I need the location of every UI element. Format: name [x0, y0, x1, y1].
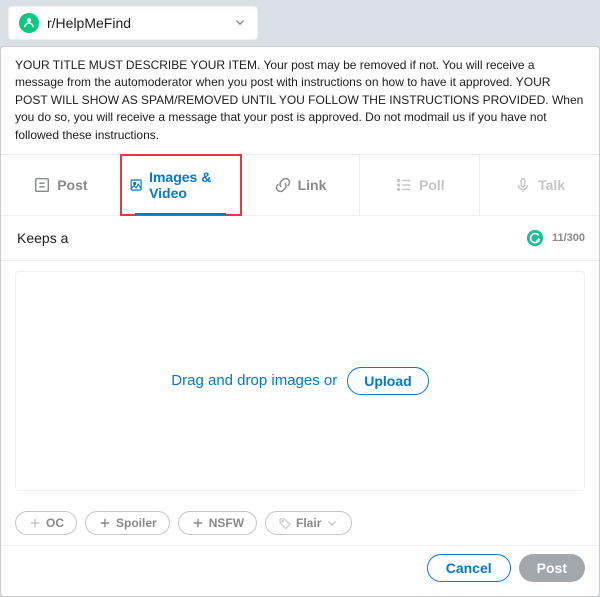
- tab-post[interactable]: Post: [1, 155, 121, 215]
- flair-tag-button[interactable]: Flair: [265, 511, 352, 535]
- grammarly-icon[interactable]: [526, 229, 544, 247]
- nsfw-tag-button[interactable]: NSFW: [178, 511, 257, 535]
- drop-text: Drag and drop images or: [171, 372, 337, 389]
- tab-label: Poll: [419, 177, 445, 193]
- tab-images-video[interactable]: Images & Video: [121, 155, 241, 215]
- tab-poll: Poll: [360, 155, 480, 215]
- cancel-button[interactable]: Cancel: [427, 554, 511, 582]
- community-name: r/HelpMeFind: [47, 15, 225, 31]
- link-icon: [274, 176, 292, 194]
- tab-link[interactable]: Link: [241, 155, 361, 215]
- upload-button[interactable]: Upload: [347, 367, 428, 395]
- tag-row: OC Spoiler NSFW Flair: [1, 501, 599, 545]
- mic-icon: [514, 176, 532, 194]
- tab-talk: Talk: [480, 155, 599, 215]
- title-input[interactable]: [15, 224, 518, 252]
- char-counter: 11/300: [552, 232, 585, 244]
- tag-label: Spoiler: [116, 516, 157, 530]
- tab-label: Post: [57, 177, 87, 193]
- tab-label: Talk: [538, 177, 565, 193]
- tabs: Post Images & Video Link Poll Talk: [1, 155, 599, 216]
- poll-icon: [395, 176, 413, 194]
- community-selector[interactable]: r/HelpMeFind: [8, 6, 258, 40]
- oc-tag-button[interactable]: OC: [15, 511, 77, 535]
- community-notice: YOUR TITLE MUST DESCRIBE YOUR ITEM. Your…: [1, 47, 599, 155]
- tab-label: Link: [298, 177, 327, 193]
- community-icon: [19, 13, 39, 33]
- tab-label: Images & Video: [149, 169, 232, 201]
- action-row: Cancel Post: [1, 545, 599, 596]
- post-form: YOUR TITLE MUST DESCRIBE YOUR ITEM. Your…: [0, 46, 600, 597]
- plus-icon: [191, 516, 205, 530]
- dropzone[interactable]: Drag and drop images or Upload: [15, 271, 585, 491]
- title-row: 11/300: [1, 216, 599, 261]
- spoiler-tag-button[interactable]: Spoiler: [85, 511, 170, 535]
- tag-label: Flair: [296, 516, 321, 530]
- tag-label: NSFW: [209, 516, 244, 530]
- chevron-down-icon: [233, 15, 247, 32]
- community-bar: r/HelpMeFind: [0, 0, 600, 46]
- post-button[interactable]: Post: [519, 554, 585, 582]
- tag-icon: [278, 516, 292, 530]
- chevron-down-icon: [325, 516, 339, 530]
- plus-icon: [28, 516, 42, 530]
- image-icon: [129, 176, 143, 194]
- post-icon: [33, 176, 51, 194]
- tag-label: OC: [46, 516, 64, 530]
- plus-icon: [98, 516, 112, 530]
